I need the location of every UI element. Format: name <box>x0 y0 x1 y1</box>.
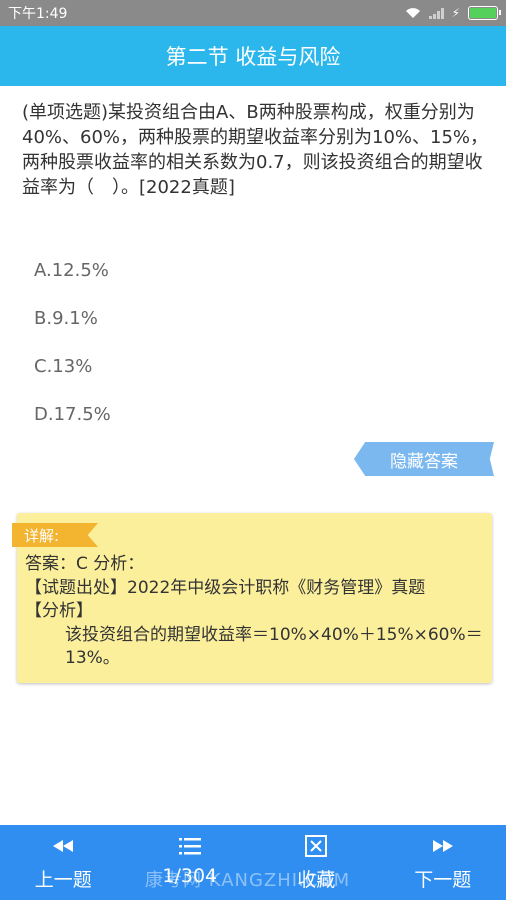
battery-icon <box>468 6 501 20</box>
charging-icon: ⚡ <box>451 6 460 20</box>
favorite-label: 收藏 <box>297 869 336 891</box>
option-a[interactable]: A.12.5% <box>34 246 474 294</box>
rewind-icon <box>53 835 74 857</box>
status-icons: ⚡ <box>405 6 501 20</box>
answer-options: A.12.5% B.9.1% C.13% D.17.5% <box>34 246 474 438</box>
question-progress: 1/304 <box>162 865 218 887</box>
question-text: (单项选题)某投资组合由A、B两种股票构成，权重分别为40%、60%，两种股票的… <box>22 102 489 198</box>
page-header: 第二节 收益与风险 <box>0 26 506 86</box>
explanation-panel: 详解: 答案：C 分析： 【试题出处】2022年中级会计职称《财务管理》真题 【… <box>12 513 492 683</box>
status-time: 下午1:49 <box>8 6 68 22</box>
option-d[interactable]: D.17.5% <box>34 390 474 438</box>
option-b[interactable]: B.9.1% <box>34 294 474 342</box>
favorite-box-icon <box>305 835 328 857</box>
option-c[interactable]: C.13% <box>34 342 474 390</box>
list-icon <box>178 835 201 857</box>
explanation-body: 答案：C 分析： 【试题出处】2022年中级会计职称《财务管理》真题 【分析】 … <box>25 553 490 671</box>
explanation-source: 【试题出处】2022年中级会计职称《财务管理》真题 <box>25 577 426 598</box>
explanation-answer: 答案：C 分析： <box>25 554 145 574</box>
page-title: 第二节 收益与风险 <box>165 45 341 69</box>
explanation-tag: 详解: <box>12 523 98 547</box>
next-question-button[interactable]: 下一题 <box>380 825 506 900</box>
question-list-button[interactable]: 1/304 <box>127 825 254 900</box>
fast-forward-icon <box>432 835 453 857</box>
prev-question-button[interactable]: 上一题 <box>0 825 127 900</box>
signal-icon <box>428 7 444 19</box>
explanation-analysis-heading: 【分析】 <box>25 601 93 621</box>
next-question-label: 下一题 <box>414 869 472 891</box>
status-bar: 下午1:49 ⚡ <box>0 0 506 26</box>
prev-question-label: 上一题 <box>34 869 92 891</box>
wifi-icon <box>405 8 420 18</box>
bottom-navigation: 上一题 1/304 收藏 下一题 <box>0 825 506 900</box>
explanation-analysis: 该投资组合的期望收益率＝10%×40%＋15%×60%＝13%。 <box>65 624 483 669</box>
favorite-button[interactable]: 收藏 <box>253 825 380 900</box>
hide-answer-button[interactable]: 隐藏答案 <box>354 442 494 476</box>
